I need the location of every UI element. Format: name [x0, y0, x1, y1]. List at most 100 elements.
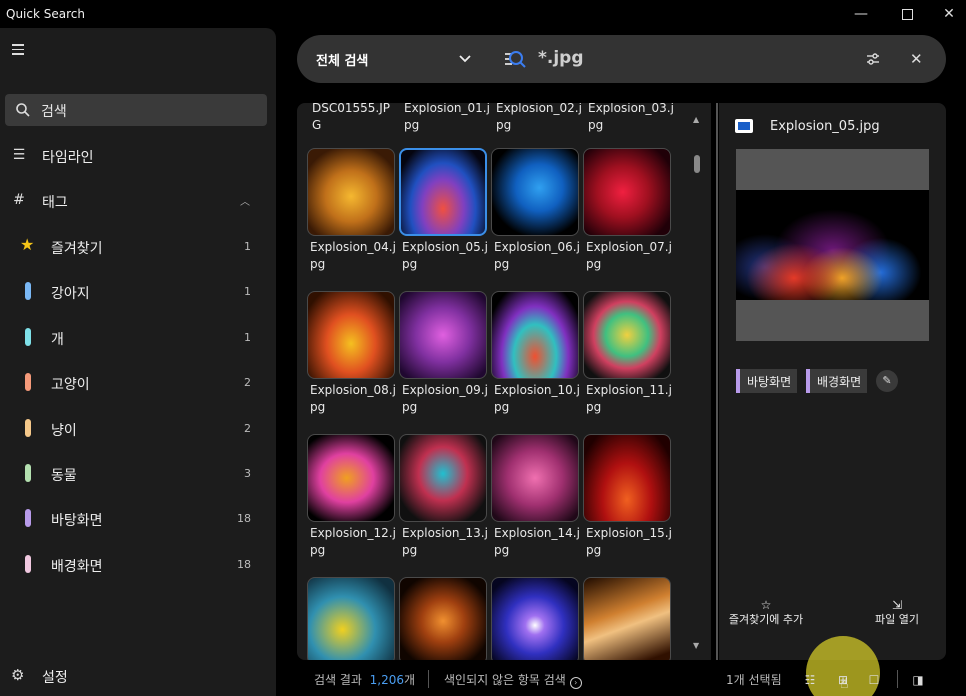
- detail-panel: Explosion_05.jpg 바탕화면 배경화면 ✎ ☆ 즐겨찾기에 추가 …: [719, 103, 946, 660]
- grid-item-filename[interactable]: Explosion_03.jpg: [588, 103, 674, 134]
- grid-item[interactable]: Explosion_05.jpg: [399, 148, 488, 273]
- grid-item-thumbnail[interactable]: [307, 291, 395, 379]
- sidebar-tag-count: 18: [237, 557, 251, 571]
- grid-item-thumbnail[interactable]: [307, 434, 395, 522]
- sidebar-item-settings[interactable]: ⚙ 설정: [0, 656, 276, 696]
- grid-item-filename: Explosion_07.jpg: [586, 240, 672, 271]
- sidebar-tags-header[interactable]: # 태그 ︿: [0, 181, 276, 221]
- sidebar-item-timeline[interactable]: ☰ 타임라인: [0, 136, 276, 176]
- grid-item[interactable]: [307, 577, 395, 660]
- result-count: 검색 결과 1,206개: [314, 673, 416, 687]
- grid-item-thumbnail[interactable]: [491, 577, 579, 660]
- sidebar-tag-count: 2: [244, 421, 251, 435]
- results-grid: DSC01555.JPG Explosion_01.jpg Explosion_02…: [297, 103, 711, 660]
- list-view-button[interactable]: ☷: [799, 669, 821, 691]
- vertical-scrollbar[interactable]: ▲ ▼: [692, 115, 702, 650]
- sidebar-tag-label: 바탕화면: [51, 513, 103, 530]
- sidebar-tag-item[interactable]: 냥이 2: [0, 409, 276, 449]
- large-view-button[interactable]: ☐: [863, 669, 885, 691]
- grid-item-thumbnail[interactable]: [399, 291, 487, 379]
- search-input[interactable]: *.jpg: [538, 48, 584, 68]
- sidebar-tag-item[interactable]: 강아지 1: [0, 272, 276, 312]
- grid-item-thumbnail[interactable]: [399, 434, 487, 522]
- grid-item[interactable]: Explosion_09.jpg: [399, 291, 488, 416]
- grid-item-thumbnail[interactable]: [491, 148, 579, 236]
- grid-item[interactable]: [583, 577, 671, 660]
- sidebar-tag-item[interactable]: 동물 3: [0, 454, 276, 494]
- grid-item-thumbnail[interactable]: [491, 434, 579, 522]
- list-view-icon: ☷: [804, 673, 816, 687]
- grid-item-filename[interactable]: Explosion_01.jpg: [404, 103, 490, 134]
- grid-item-filename[interactable]: DSC01555.JPG: [312, 103, 398, 134]
- scroll-up-icon[interactable]: ▲: [693, 115, 699, 124]
- grid-item-filename: Explosion_05.jpg: [402, 240, 488, 271]
- grid-item-thumbnail[interactable]: [307, 577, 395, 660]
- sidebar-tag-item[interactable]: 개1: [0, 318, 276, 358]
- hash-icon: #: [13, 192, 25, 208]
- grid-item-thumbnail[interactable]: [399, 148, 487, 236]
- sidebar-tag-item[interactable]: 바탕화면 18: [0, 499, 276, 539]
- open-file-button[interactable]: ⇲ 파일 열기: [857, 598, 937, 627]
- toggle-detail-pane-button[interactable]: ◨: [907, 669, 929, 691]
- tag-color-marker: [25, 464, 31, 482]
- timeline-icon: ☰: [12, 147, 26, 163]
- edit-tags-button[interactable]: ✎: [876, 370, 898, 392]
- sidebar-item-search[interactable]: 검색: [5, 94, 267, 126]
- grid-item-filename: Explosion_10.jpg: [494, 383, 580, 414]
- grid-item-thumbnail[interactable]: [399, 577, 487, 660]
- sidebar-tag-item[interactable]: 배경화면 18: [0, 545, 276, 585]
- tag-color-marker: [25, 554, 31, 573]
- grid-item-thumbnail[interactable]: [583, 577, 671, 660]
- filter-icon[interactable]: [865, 51, 881, 67]
- search-unindexed-link[interactable]: 색인되지 않은 항목 검색 ›: [444, 671, 582, 689]
- grid-item-thumbnail[interactable]: [307, 148, 395, 236]
- grid-item[interactable]: Explosion_11.jpg: [583, 291, 672, 416]
- sidebar-tag-label: 개: [51, 331, 64, 348]
- sidebar-tag-count: 1: [244, 330, 251, 344]
- sidebar-tag-item[interactable]: ★ 즐겨찾기 1: [0, 227, 276, 267]
- search-scope-dropdown[interactable]: 전체 검색: [316, 50, 368, 69]
- grid-item[interactable]: Explosion_07.jpg: [583, 148, 672, 273]
- grid-item-thumbnail[interactable]: [583, 148, 671, 236]
- sidebar-tag-label: 고양이: [51, 377, 90, 394]
- sidebar-tag-count: 2: [244, 376, 251, 390]
- pencil-icon: ✎: [882, 374, 892, 387]
- scrollbar-thumb[interactable]: [694, 155, 700, 173]
- grid-item[interactable]: Explosion_04.jpg: [307, 148, 396, 273]
- sidebar-tag-count: 18: [237, 512, 251, 526]
- grid-item-thumbnail[interactable]: [491, 291, 579, 379]
- status-separator: [897, 670, 898, 688]
- detail-tag-chip[interactable]: 바탕화면: [736, 369, 798, 393]
- grid-item[interactable]: [399, 577, 487, 660]
- add-favorite-button[interactable]: ☆ 즐겨찾기에 추가: [726, 598, 806, 627]
- grid-item[interactable]: Explosion_06.jpg: [491, 148, 580, 273]
- grid-item[interactable]: Explosion_13.jpg: [399, 434, 488, 559]
- grid-item-thumbnail[interactable]: [583, 291, 671, 379]
- maximize-button[interactable]: [886, 2, 928, 26]
- sidebar-tag-item[interactable]: 고양이 2: [0, 363, 276, 403]
- grid-item[interactable]: Explosion_10.jpg: [491, 291, 580, 416]
- large-view-icon: ☐: [868, 673, 880, 687]
- close-button[interactable]: ✕: [928, 2, 966, 26]
- grid-item[interactable]: Explosion_14.jpg: [491, 434, 580, 559]
- clear-search-icon[interactable]: ✕: [910, 50, 923, 68]
- grid-item-filename: Explosion_09.jpg: [402, 383, 488, 414]
- chevron-up-icon[interactable]: ︿: [240, 193, 250, 208]
- detail-pane-icon: ◨: [912, 673, 924, 687]
- detail-tag-chip[interactable]: 배경화면: [806, 369, 868, 393]
- image-file-icon: [735, 119, 753, 133]
- grid-item[interactable]: [491, 577, 579, 660]
- grid-item[interactable]: Explosion_08.jpg: [307, 291, 396, 416]
- scroll-down-icon[interactable]: ▼: [693, 641, 699, 650]
- grid-item-filename: Explosion_06.jpg: [494, 240, 580, 271]
- tag-color-marker: [25, 282, 31, 301]
- grid-item[interactable]: Explosion_12.jpg: [307, 434, 396, 559]
- panel-divider[interactable]: [716, 103, 718, 660]
- grid-item-filename[interactable]: Explosion_02.jpg: [496, 103, 582, 134]
- grid-item[interactable]: Explosion_15.jpg: [583, 434, 672, 559]
- chevron-down-icon[interactable]: [457, 51, 473, 67]
- sidebar: 검색 ☰ 타임라인 # 태그 ︿ ★ 즐겨찾기 1 강아지 1 개 1 고양이 2 냥이 2 동물 3 바…: [0, 28, 276, 696]
- grid-item-thumbnail[interactable]: [583, 434, 671, 522]
- hamburger-menu-icon[interactable]: [12, 44, 24, 58]
- minimize-button[interactable]: —: [840, 2, 882, 26]
